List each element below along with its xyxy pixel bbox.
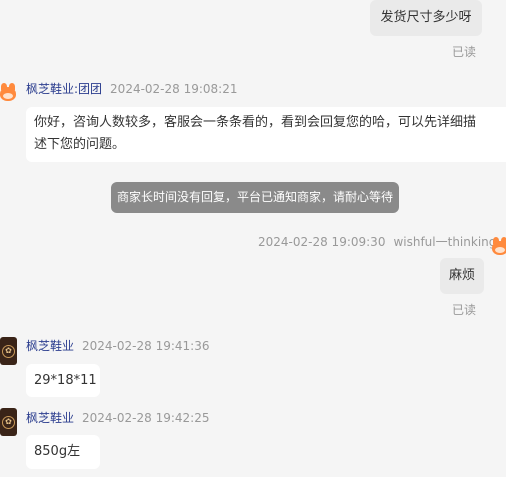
message-time: 2024-02-28 19:41:36 (82, 339, 210, 353)
message-bubble-sent[interactable]: 发货尺寸多少呀 (370, 0, 482, 36)
read-status: 已读 (452, 303, 477, 317)
message-time: 2024-02-28 19:09:30 (258, 235, 386, 249)
message-header: 枫芝鞋业 2024-02-28 19:41:36 (26, 337, 209, 354)
message-line: 你好，咨询人数较多，客服会一条条看的，看到会回复您的哈，可以先详细描 (34, 115, 477, 130)
customer-service-avatar[interactable] (0, 77, 17, 105)
message-header: 枫芝鞋业 2024-02-28 19:42:25 (26, 409, 209, 426)
sender-name: 枫芝鞋业 (26, 339, 75, 353)
shop-logo-icon: ✿ (2, 344, 15, 358)
message-header: 枫芝鞋业:团团 2024-02-28 19:08:21 (26, 80, 238, 97)
message-time: 2024-02-28 19:08:21 (110, 82, 238, 96)
message-header: 2024-02-28 19:09:30 wishful一thinking (258, 233, 496, 250)
sender-name: 枫芝鞋业:团团 (26, 82, 103, 96)
shop-logo-icon: ✿ (2, 415, 15, 429)
user-avatar[interactable] (492, 231, 506, 259)
message-line: 述下您的问题。 (34, 137, 126, 152)
message-time: 2024-02-28 19:42:25 (82, 411, 210, 425)
sender-name: 枫芝鞋业 (26, 411, 75, 425)
sender-name: wishful一thinking (393, 235, 497, 249)
message-bubble-received[interactable]: 29*18*11 (26, 364, 100, 397)
message-bubble-received[interactable]: 你好，咨询人数较多，客服会一条条看的，看到会回复您的哈，可以先详细描 述下您的问… (26, 107, 506, 162)
shop-avatar[interactable]: ✿ (0, 337, 17, 365)
chat-history: 发货尺寸多少呀 已读 枫芝鞋业:团团 2024-02-28 19:08:21 你好… (0, 0, 506, 477)
shop-avatar[interactable]: ✿ (0, 408, 17, 436)
read-status: 已读 (452, 45, 477, 59)
system-notice: 商家长时间没有回复，平台已通知商家，请耐心等待 (111, 182, 399, 213)
message-bubble-sent[interactable]: 麻烦 (440, 258, 484, 294)
message-bubble-received[interactable]: 850g左右 (26, 435, 100, 469)
